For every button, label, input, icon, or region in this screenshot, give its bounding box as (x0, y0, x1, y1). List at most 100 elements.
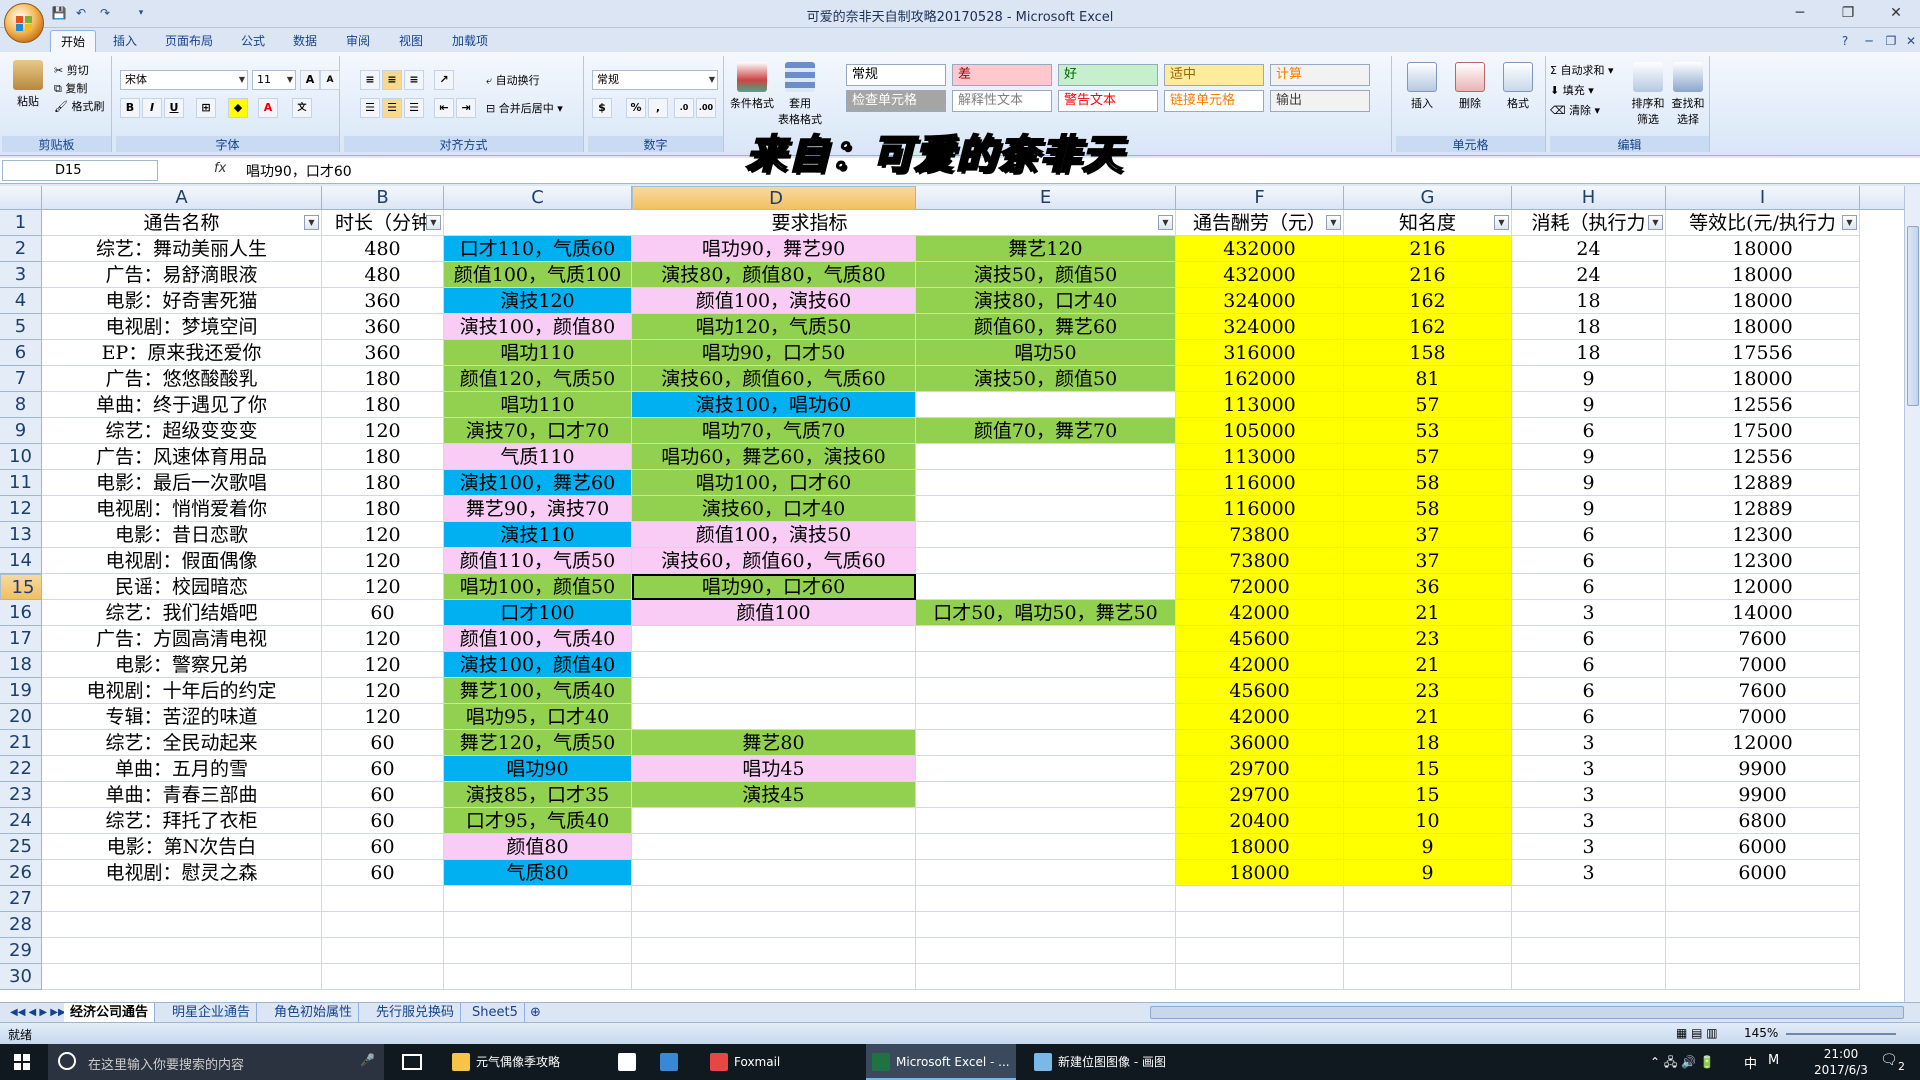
table-cell[interactable]: 180 (322, 496, 444, 522)
table-cell[interactable]: 综艺：拜托了衣柜 (42, 808, 322, 834)
font-color-icon[interactable]: A (258, 98, 278, 118)
empty-cell[interactable] (1176, 964, 1344, 990)
tray-icons[interactable]: ⌃ 🖧 🔊 🔋 (1650, 1053, 1715, 1074)
table-cell[interactable]: 480 (322, 236, 444, 262)
align-center-icon[interactable]: ☰ (382, 98, 402, 118)
table-cell[interactable] (916, 808, 1176, 834)
table-cell[interactable]: 324000 (1176, 314, 1344, 340)
table-cell[interactable]: 广告：方圆高清电视 (42, 626, 322, 652)
table-cell[interactable] (916, 496, 1176, 522)
table-cell[interactable]: 116000 (1176, 496, 1344, 522)
empty-cell[interactable] (1344, 964, 1512, 990)
table-cell[interactable]: 唱功90，口才50 (632, 340, 916, 366)
row-header[interactable]: 23 (0, 782, 42, 808)
table-cell[interactable]: 21 (1344, 600, 1512, 626)
table-cell[interactable] (916, 626, 1176, 652)
table-cell[interactable]: 唱功100，口才60 (632, 470, 916, 496)
table-cell[interactable]: 唱功120，气质50 (632, 314, 916, 340)
table-cell[interactable]: 60 (322, 756, 444, 782)
help-icon[interactable]: ? (1836, 32, 1854, 50)
table-cell[interactable]: 3 (1512, 782, 1666, 808)
table-cell[interactable]: 316000 (1176, 340, 1344, 366)
row-header[interactable]: 2 (0, 236, 42, 262)
table-cell[interactable]: 唱功95，口才40 (444, 704, 632, 730)
table-cell[interactable]: 37 (1344, 548, 1512, 574)
table-cell[interactable]: 6 (1512, 418, 1666, 444)
row-header[interactable]: 4 (0, 288, 42, 314)
table-cell[interactable]: 162 (1344, 314, 1512, 340)
empty-cell[interactable] (1176, 938, 1344, 964)
table-cell[interactable] (632, 834, 916, 860)
phonetic-icon[interactable]: 文 (292, 98, 312, 118)
table-cell[interactable]: 6 (1512, 574, 1666, 600)
table-cell[interactable]: 58 (1344, 470, 1512, 496)
filter-dropdown-icon[interactable]: ▼ (1158, 215, 1173, 230)
table-cell[interactable]: 演技70，口才70 (444, 418, 632, 444)
table-cell[interactable]: 颜值100，演技60 (632, 288, 916, 314)
table-cell[interactable]: 7600 (1666, 626, 1860, 652)
table-cell[interactable]: 113000 (1176, 392, 1344, 418)
task-view-icon[interactable] (402, 1054, 422, 1070)
empty-cell[interactable] (322, 886, 444, 912)
cell-style-option[interactable]: 链接单元格 (1164, 90, 1264, 112)
table-cell[interactable] (916, 678, 1176, 704)
table-cell[interactable]: 演技100，唱功60 (632, 392, 916, 418)
empty-cell[interactable] (916, 964, 1176, 990)
table-cell[interactable]: 216 (1344, 236, 1512, 262)
table-cell[interactable]: 57 (1344, 444, 1512, 470)
table-cell[interactable]: 12889 (1666, 496, 1860, 522)
align-bottom-icon[interactable]: ≡ (404, 70, 424, 90)
table-cell[interactable]: 7600 (1666, 678, 1860, 704)
sheet-tab-4[interactable]: 先行服兑换码 (370, 1003, 462, 1022)
table-cell[interactable]: 180 (322, 444, 444, 470)
clock-time[interactable]: 21:00 (1808, 1047, 1874, 1061)
header-cell[interactable]: 等效比(元/执行力 ▼ (1666, 210, 1860, 236)
merge-center-button[interactable]: ⊟ 合并后居中 ▾ (486, 100, 563, 116)
fill-color-icon[interactable]: ◆ (228, 98, 248, 118)
table-cell[interactable]: 电视剧：慰灵之森 (42, 860, 322, 886)
cell-style-option[interactable]: 检查单元格 (846, 90, 946, 112)
header-cell[interactable]: 消耗（执行力 ▼ (1512, 210, 1666, 236)
table-cell[interactable]: 18000 (1666, 262, 1860, 288)
table-cell[interactable]: 12300 (1666, 522, 1860, 548)
table-cell[interactable] (632, 626, 916, 652)
table-cell[interactable]: 162000 (1176, 366, 1344, 392)
empty-cell[interactable] (1666, 912, 1860, 938)
empty-cell[interactable] (632, 886, 916, 912)
fill-button[interactable]: ⬇ 填充 ▾ (1550, 82, 1594, 98)
table-cell[interactable]: 24 (1512, 262, 1666, 288)
row-header[interactable]: 11 (0, 470, 42, 496)
header-cell[interactable]: 通告名称 ▼ (42, 210, 322, 236)
table-cell[interactable]: 演技60，颜值60，气质60 (632, 548, 916, 574)
table-cell[interactable]: 57 (1344, 392, 1512, 418)
row-header[interactable]: 26 (0, 860, 42, 886)
table-cell[interactable]: 9 (1512, 444, 1666, 470)
empty-cell[interactable] (1512, 938, 1666, 964)
table-cell[interactable] (916, 756, 1176, 782)
taskbar-store[interactable] (612, 1044, 644, 1080)
table-cell[interactable]: 17500 (1666, 418, 1860, 444)
table-cell[interactable]: 颜值100 (632, 600, 916, 626)
decrease-decimal-icon[interactable]: .00 (696, 98, 716, 118)
taskbar-app[interactable] (654, 1044, 686, 1080)
row-header[interactable]: 19 (0, 678, 42, 704)
table-cell[interactable]: 29700 (1176, 756, 1344, 782)
table-cell[interactable]: 6 (1512, 678, 1666, 704)
table-cell[interactable]: 综艺：超级变变变 (42, 418, 322, 444)
table-cell[interactable]: 广告：易舒滴眼液 (42, 262, 322, 288)
empty-cell[interactable] (916, 912, 1176, 938)
table-cell[interactable]: 7000 (1666, 652, 1860, 678)
autosum-button[interactable]: Σ 自动求和 ▾ (1550, 62, 1613, 78)
table-cell[interactable]: 颜值120，气质50 (444, 366, 632, 392)
cell-style-option[interactable]: 适中 (1164, 64, 1264, 86)
table-cell[interactable]: 演技100，颜值40 (444, 652, 632, 678)
column-header[interactable]: G (1344, 186, 1512, 210)
row-header[interactable]: 13 (0, 522, 42, 548)
row-header[interactable]: 28 (0, 912, 42, 938)
table-cell[interactable]: 15 (1344, 756, 1512, 782)
empty-cell[interactable] (916, 886, 1176, 912)
cell-style-option[interactable]: 警告文本 (1058, 90, 1158, 112)
table-cell[interactable]: 9 (1512, 392, 1666, 418)
empty-cell[interactable] (1176, 912, 1344, 938)
zoom-level[interactable]: 145% (1744, 1026, 1778, 1040)
